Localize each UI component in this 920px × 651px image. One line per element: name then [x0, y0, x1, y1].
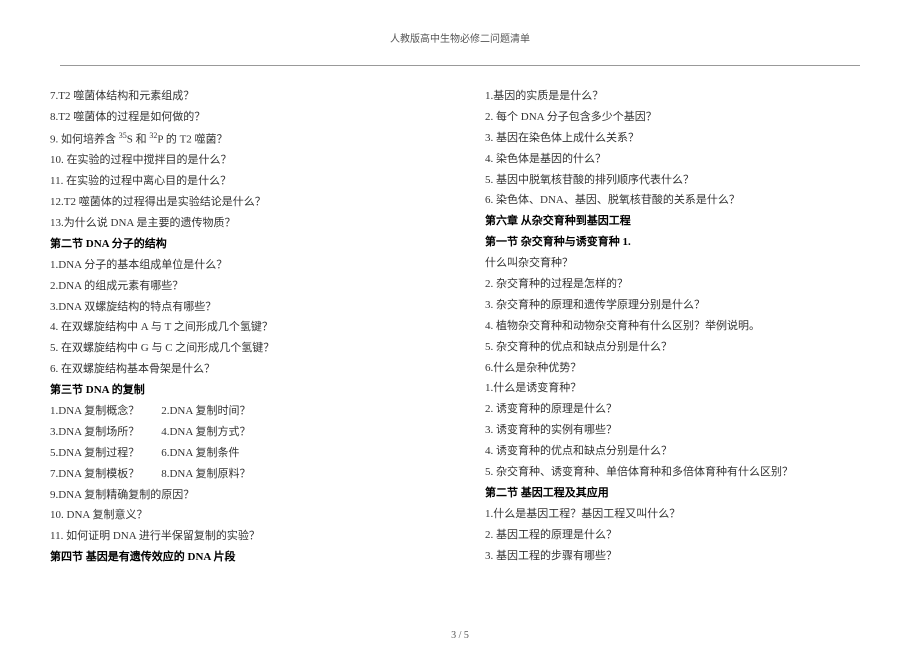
question-line: 2. 诱变育种的原理是什么？ [485, 399, 870, 420]
question-line: 11. 如何证明 DNA 进行半保留复制的实验？ [50, 526, 435, 547]
question-line: 5. 基因中脱氧核苷酸的排列顺序代表什么？ [485, 170, 870, 191]
question-line: 9.DNA 复制精确复制的原因？ [50, 485, 435, 506]
question-line: 3. 基因工程的步骤有哪些？ [485, 546, 870, 567]
section-title: 第四节 基因是有遗传效应的 DNA 片段 [50, 547, 435, 568]
question-line: 2. 杂交育种的过程是怎样的？ [485, 274, 870, 295]
left-column: 7.T2 噬菌体结构和元素组成？8.T2 噬菌体的过程是如何做的？9. 如何培养… [50, 86, 435, 568]
question-line: 2. 基因工程的原理是什么？ [485, 525, 870, 546]
question-line: 1.什么是诱变育种？ [485, 378, 870, 399]
question-line: 5. 在双螺旋结构中 G 与 C 之间形成几个氢键？ [50, 338, 435, 359]
question-line: 13.为什么说 DNA 是主要的遗传物质？ [50, 213, 435, 234]
question-line: 10. DNA 复制意义？ [50, 505, 435, 526]
question-line: 10. 在实验的过程中搅拌目的是什么？ [50, 150, 435, 171]
page-footer: 3 / 5 [0, 630, 920, 641]
question-line: 3.DNA 复制场所？ 4.DNA 复制方式？ [50, 422, 435, 443]
section-title: 第二节 DNA 分子的结构 [50, 234, 435, 255]
question-line: 3. 杂交育种的原理和遗传学原理分别是什么？ [485, 295, 870, 316]
question-line: 6. 染色体、DNA、基因、脱氧核苷酸的关系是什么？ [485, 190, 870, 211]
question-line: 5. 杂交育种的优点和缺点分别是什么？ [485, 337, 870, 358]
question-line: 3.DNA 双螺旋结构的特点有哪些？ [50, 297, 435, 318]
question-line: 6. 在双螺旋结构基本骨架是什么？ [50, 359, 435, 380]
question-line: 8.T2 噬菌体的过程是如何做的？ [50, 107, 435, 128]
question-line: 12.T2 噬菌体的过程得出是实验结论是什么？ [50, 192, 435, 213]
question-line: 9. 如何培养含 35S 和 32P 的 T2 噬菌？ [50, 128, 435, 151]
question-line: 3. 诱变育种的实例有哪些？ [485, 420, 870, 441]
question-line: 4. 植物杂交育种和动物杂交育种有什么区别？举例说明。 [485, 316, 870, 337]
section-title: 第二节 基因工程及其应用 [485, 483, 870, 504]
header-divider [60, 65, 860, 66]
section-title: 第六章 从杂交育种到基因工程 [485, 211, 870, 232]
question-line: 7.DNA 复制模板？ 8.DNA 复制原料？ [50, 464, 435, 485]
question-line: 1.什么是基因工程？基因工程又叫什么？ [485, 504, 870, 525]
question-line: 4. 染色体是基因的什么？ [485, 149, 870, 170]
content-area: 7.T2 噬菌体结构和元素组成？8.T2 噬菌体的过程是如何做的？9. 如何培养… [50, 86, 870, 568]
question-line: 11. 在实验的过程中离心目的是什么？ [50, 171, 435, 192]
question-line: 1.DNA 复制概念？ 2.DNA 复制时间？ [50, 401, 435, 422]
question-line: 5.DNA 复制过程？ 6.DNA 复制条件 [50, 443, 435, 464]
question-line: 3. 基因在染色体上成什么关系？ [485, 128, 870, 149]
question-line: 4. 在双螺旋结构中 A 与 T 之间形成几个氢键？ [50, 317, 435, 338]
question-line: 6.什么是杂种优势？ [485, 358, 870, 379]
question-line: 2. 每个 DNA 分子包含多少个基因？ [485, 107, 870, 128]
question-line: 1.DNA 分子的基本组成单位是什么？ [50, 255, 435, 276]
question-line: 1.基因的实质是是什么？ [485, 86, 870, 107]
question-line: 2.DNA 的组成元素有哪些？ [50, 276, 435, 297]
question-line: 什么叫杂交育种？ [485, 253, 870, 274]
question-line: 4. 诱变育种的优点和缺点分别是什么？ [485, 441, 870, 462]
document-header: 人教版高中生物必修二问题清单 [50, 30, 870, 50]
question-line: 7.T2 噬菌体结构和元素组成？ [50, 86, 435, 107]
section-title: 第三节 DNA 的复制 [50, 380, 435, 401]
section-title: 第一节 杂交育种与诱变育种 1. [485, 232, 870, 253]
right-column: 1.基因的实质是是什么？2. 每个 DNA 分子包含多少个基因？3. 基因在染色… [485, 86, 870, 568]
question-line: 5. 杂交育种、诱变育种、单倍体育种和多倍体育种有什么区别？ [485, 462, 870, 483]
